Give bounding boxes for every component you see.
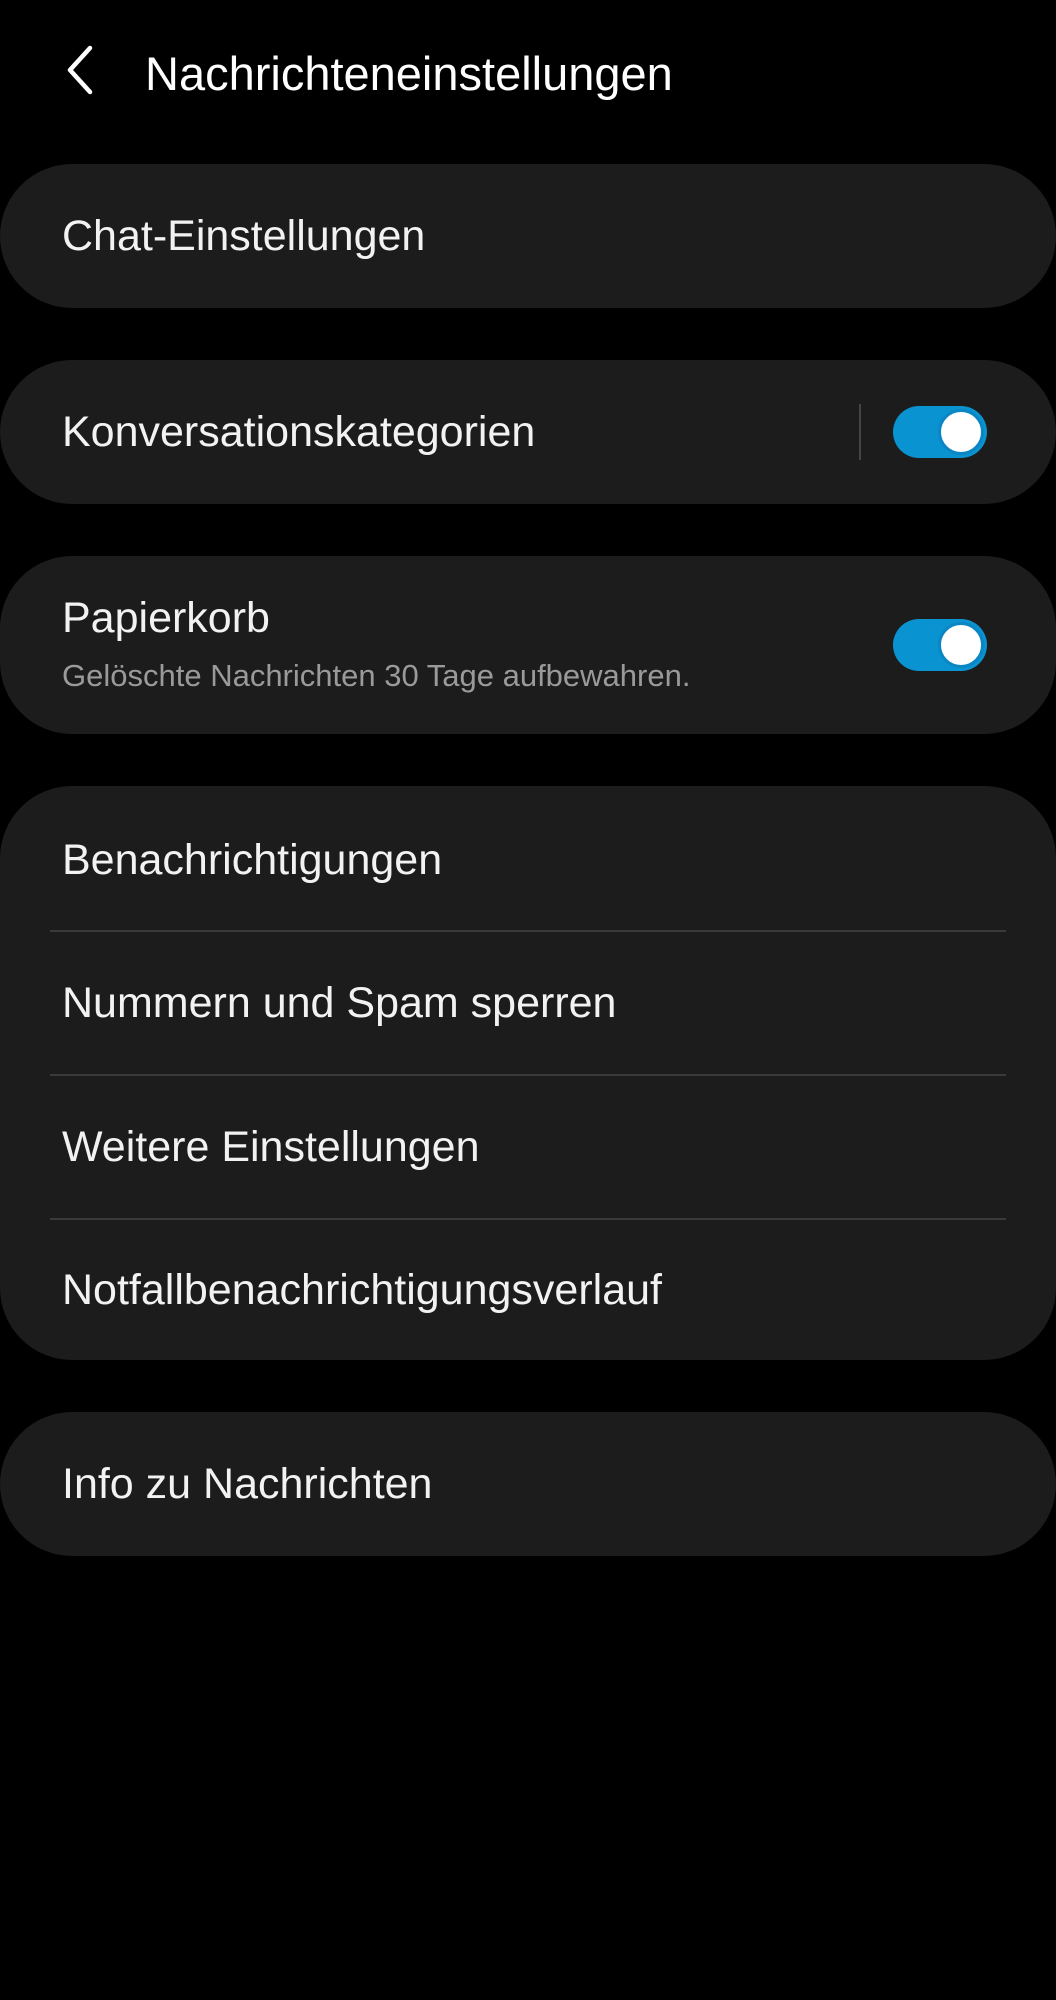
- about-messages-label: Info zu Nachrichten: [62, 1460, 433, 1508]
- conversation-categories-label: Konversationskategorien: [62, 408, 536, 456]
- toggle-knob: [938, 622, 984, 668]
- trash-label: Papierkorb: [62, 594, 270, 642]
- back-button[interactable]: [50, 36, 110, 108]
- about-messages-item[interactable]: Info zu Nachrichten: [0, 1412, 1056, 1556]
- chevron-left-icon: [60, 40, 100, 105]
- notifications-item[interactable]: Benachrichtigungen: [0, 786, 1056, 931]
- emergency-alert-history-label: Notfallbenachrichtigungsverlauf: [62, 1266, 662, 1314]
- trash-toggle[interactable]: [893, 619, 987, 671]
- conversation-categories-toggle[interactable]: [893, 406, 987, 458]
- toggle-knob: [938, 409, 984, 455]
- about-messages-card: Info zu Nachrichten: [0, 1412, 1056, 1556]
- chat-settings-item[interactable]: Chat-Einstellungen: [0, 164, 1056, 308]
- vertical-divider: [859, 404, 861, 460]
- page-title: Nachrichteneinstellungen: [145, 47, 673, 100]
- emergency-alert-history-item[interactable]: Notfallbenachrichtigungsverlauf: [0, 1220, 1056, 1360]
- settings-group-card: Benachrichtigungen Nummern und Spam sper…: [0, 786, 1056, 1360]
- block-numbers-spam-item[interactable]: Nummern und Spam sperren: [0, 932, 1056, 1074]
- app-bar: Nachrichteneinstellungen: [0, 0, 1056, 150]
- trash-description: Gelöschte Nachrichten 30 Tage aufbewahre…: [62, 658, 691, 693]
- chat-settings-card: Chat-Einstellungen: [0, 164, 1056, 308]
- block-numbers-spam-label: Nummern und Spam sperren: [62, 979, 617, 1027]
- conversation-categories-item[interactable]: Konversationskategorien: [0, 360, 850, 504]
- notifications-label: Benachrichtigungen: [62, 836, 443, 884]
- trash-card: Papierkorb Gelöschte Nachrichten 30 Tage…: [0, 556, 1056, 734]
- more-settings-item[interactable]: Weitere Einstellungen: [0, 1076, 1056, 1218]
- conversation-categories-card: Konversationskategorien: [0, 360, 1056, 504]
- chat-settings-label: Chat-Einstellungen: [62, 212, 426, 260]
- more-settings-label: Weitere Einstellungen: [62, 1123, 480, 1171]
